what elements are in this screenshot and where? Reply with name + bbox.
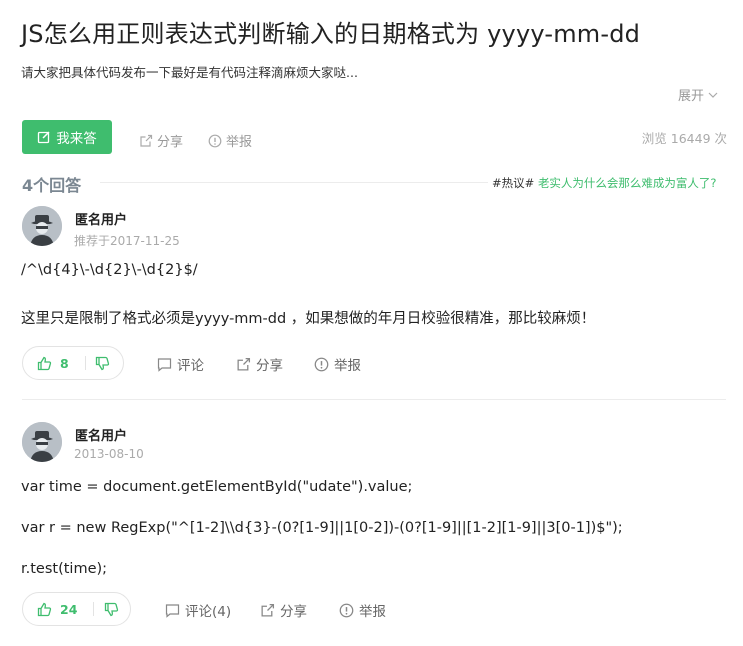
avatar[interactable] (22, 422, 62, 462)
comment-icon (165, 603, 180, 618)
question-title: JS怎么用正则表达式判断输入的日期格式为 yyyy-mm-dd (21, 20, 641, 48)
view-count: 浏览 16449 次 (641, 131, 727, 146)
username[interactable]: 匿名用户 (75, 425, 127, 444)
report-button[interactable]: 举报 (314, 354, 361, 374)
expand-label: 展开 (678, 89, 705, 104)
answer-text-line: r.test(time); (21, 561, 108, 577)
report-icon (314, 357, 329, 371)
avatar[interactable] (22, 206, 62, 246)
question-description: 请大家把具体代码发布一下最好是有代码注释滴麻烦大家哒... (21, 65, 358, 80)
question-report-button[interactable]: 举报 (208, 131, 252, 150)
share-icon (237, 357, 251, 370)
downvote-button[interactable] (94, 602, 128, 617)
vote-box: 24 (22, 592, 131, 626)
username[interactable]: 匿名用户 (75, 209, 127, 228)
hot-topic: #热议# 老实人为什么会那么难成为富人了? (492, 175, 717, 191)
comment-label: 评论(4) (185, 604, 232, 620)
report-button[interactable]: 举报 (339, 600, 386, 620)
share-icon (140, 134, 153, 147)
thumbs-down-icon (96, 356, 110, 370)
answer-date: 推荐于2017-11-25 (74, 234, 180, 248)
anonymous-avatar-icon (22, 422, 62, 462)
downvote-button[interactable] (86, 356, 120, 371)
comment-button[interactable]: 评论(4) (165, 600, 231, 620)
answer-date: 2013-08-10 (74, 447, 144, 461)
comment-button[interactable]: 评论 (157, 354, 204, 374)
thumbs-up-icon (37, 356, 52, 370)
chevron-down-icon (708, 92, 718, 98)
comment-icon (157, 357, 172, 372)
share-label: 分享 (157, 135, 184, 150)
report-label: 举报 (334, 358, 361, 374)
share-icon (261, 603, 275, 616)
thumbs-down-icon (104, 602, 119, 616)
answer-button[interactable]: 我来答 (22, 120, 112, 154)
share-button[interactable]: 分享 (260, 600, 307, 620)
share-label: 分享 (280, 604, 307, 620)
hot-tag: #热议# (492, 176, 535, 190)
upvote-button[interactable]: 8 (23, 356, 69, 371)
answer-text-line: 这里只是限制了格式必须是yyyy-mm-dd ，如果想做的年月日校验很精准，那比… (21, 311, 596, 327)
share-button[interactable]: 分享 (236, 354, 283, 374)
thumbs-up-icon (37, 602, 52, 616)
comment-label: 评论 (177, 358, 204, 374)
report-label: 举报 (359, 604, 386, 620)
report-icon (208, 134, 222, 147)
answer-text-line: var time = document.getElementById("udat… (21, 479, 413, 495)
answer-divider (22, 399, 726, 400)
anonymous-avatar-icon (22, 206, 62, 246)
upvote-button[interactable]: 24 (23, 602, 77, 617)
answer-text-line: /^\d{4}\-\d{2}\-\d{2}$/ (21, 262, 198, 278)
report-icon (339, 603, 354, 617)
edit-icon (38, 131, 50, 144)
header-divider (100, 182, 488, 183)
answer-count: 4个回答 (22, 176, 82, 195)
vote-box: 8 (22, 346, 124, 380)
hot-topic-link[interactable]: 老实人为什么会那么难成为富人了? (538, 176, 717, 190)
upvote-count: 24 (60, 601, 78, 617)
report-label: 举报 (226, 135, 253, 150)
upvote-count: 8 (60, 355, 69, 371)
answer-button-label: 我来答 (56, 131, 97, 147)
answer-text-line: var r = new RegExp("^[1-2]\\d{3}-(0?[1-9… (21, 520, 623, 536)
question-share-button[interactable]: 分享 (139, 131, 183, 150)
expand-button[interactable]: 展开 (678, 85, 719, 104)
share-label: 分享 (256, 358, 283, 374)
